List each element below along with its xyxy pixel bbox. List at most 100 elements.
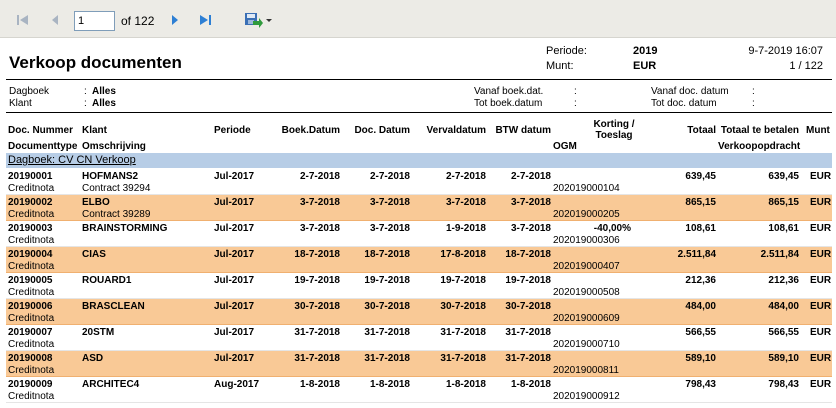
tot-doc-label: Tot doc. datum [651,98,717,109]
cell-boek: 2-7-2018 [299,171,340,182]
cell-totaal: 589,10 [685,353,716,364]
cell-betalen: 2.511,84 [760,249,799,260]
cell-klant: ELBO [82,197,110,208]
cell-klant: ASD [82,353,104,364]
group-label[interactable]: Dagboek: CV CN Verkoop [8,154,136,166]
cell-betalen: 798,43 [768,379,799,390]
vanaf-doc-colon: : [752,86,755,97]
cell-doc: 31-7-2018 [364,353,410,364]
cell-boek: 1-8-2018 [299,379,340,390]
table-row[interactable]: 20190003 BRAINSTORMING Jul-2017 3-7-2018 3-7… [6,221,832,247]
previous-page-icon [52,15,58,25]
col-btw-datum: BTW datum [495,125,551,136]
export-save-icon [245,13,272,28]
cell-totaal: 639,45 [685,171,716,182]
cell-doc: 3-7-2018 [369,223,410,234]
cell-periode: Jul-2017 [214,197,255,208]
previous-page-button[interactable] [46,11,64,29]
cell-munt: EUR [810,353,832,364]
cell-periode: Aug-2017 [214,379,260,390]
cell-doc: 31-7-2018 [364,327,410,338]
table-row[interactable]: 20190004 CIAS Jul-2017 18-7-2018 18-7-2018 17… [6,247,832,273]
cell-klant: 20STM [82,327,115,338]
cell-type: Creditnota [8,391,55,402]
cell-betalen: 589,10 [768,353,799,364]
table-row[interactable]: 20190007 20STM Jul-2017 31-7-2018 31-7-2018 3… [6,325,832,351]
next-page-button[interactable] [166,11,184,29]
cell-ogm: 202019000912 [553,391,620,402]
dagboek-label: Dagboek [9,86,50,97]
cell-nr: 20190005 [8,275,53,286]
cell-boek: 31-7-2018 [294,353,340,364]
report-toolbar: of 122 [0,0,836,38]
cell-verval: 19-7-2018 [440,275,486,286]
cell-periode: Jul-2017 [214,223,255,234]
cell-nr: 20190004 [8,249,53,260]
cell-betalen: 484,00 [768,301,799,312]
cell-ogm: 202019000508 [553,287,620,298]
cell-totaal: 566,55 [685,327,716,338]
cell-btw: 19-7-2018 [505,275,551,286]
cell-btw: 18-7-2018 [505,249,551,260]
cell-omschr: Contract 39289 [82,209,151,220]
cell-doc: 2-7-2018 [369,171,410,182]
cell-totaal: 484,00 [685,301,716,312]
cell-munt: EUR [810,249,832,260]
cell-ogm: 202019000710 [553,339,620,350]
cell-boek: 19-7-2018 [294,275,340,286]
table-row[interactable]: 20190009 ARCHITEC4 Aug-2017 1-8-2018 1-8-201… [6,377,832,403]
report-datetime: 9-7-2019 16:07 [748,45,823,57]
first-page-button[interactable] [14,11,32,29]
cell-nr: 20190008 [8,353,53,364]
cell-klant: BRASCLEAN [82,301,145,312]
cell-ogm: 202019000306 [553,235,620,246]
cell-ogm: 202019000811 [553,365,619,376]
col-doc-datum: Doc. Datum [354,125,410,136]
cell-periode: Jul-2017 [214,249,255,260]
cell-btw: 30-7-2018 [505,301,551,312]
cell-doc: 30-7-2018 [364,301,410,312]
cell-verval: 31-7-2018 [440,327,486,338]
cell-klant: BRAINSTORMING [82,223,168,234]
dagboek-value: Alles [92,86,116,97]
cell-nr: 20190006 [8,301,53,312]
col-periode: Periode [214,125,251,136]
cell-boek: 31-7-2018 [294,327,340,338]
cell-verval: 17-8-2018 [440,249,486,260]
header-divider [6,79,832,80]
last-page-button[interactable] [196,11,214,29]
table-row[interactable]: 20190006 BRASCLEAN Jul-2017 30-7-2018 30-7-2… [6,299,832,325]
cell-periode: Jul-2017 [214,327,255,338]
munt-label: Munt: [546,60,574,72]
col-klant: Klant [82,125,107,136]
table-row[interactable]: 20190001 HOFMANS2 Jul-2017 2-7-2018 2-7-2018… [6,169,832,195]
cell-verval: 31-7-2018 [440,353,486,364]
report-page: Verkoop documenten Periode: 2019 Munt: E… [0,38,836,408]
export-button[interactable] [243,11,273,29]
table-row[interactable]: 20190005 ROUARD1 Jul-2017 19-7-2018 19-7-201… [6,273,832,299]
cell-periode: Jul-2017 [214,353,255,364]
table-row[interactable]: 20190002 ELBO Jul-2017 3-7-2018 3-7-2018 3-7-… [6,195,832,221]
cell-type: Creditnota [8,339,55,350]
cell-doc: 19-7-2018 [364,275,410,286]
col-ogm: OGM [553,141,577,152]
cell-doc: 3-7-2018 [369,197,410,208]
report-page-count: 1 / 122 [789,60,823,72]
cell-munt: EUR [810,197,832,208]
dagboek-colon: : [84,86,87,97]
klant-label: Klant [9,98,32,109]
group-header[interactable]: Dagboek: CV CN Verkoop [6,153,832,168]
vanaf-boek-colon: : [574,86,577,97]
cell-munt: EUR [810,327,832,338]
cell-munt: EUR [810,275,832,286]
page-number-input[interactable] [74,11,115,31]
cell-doc: 18-7-2018 [364,249,410,260]
cell-totaal: 108,61 [685,223,716,234]
next-page-icon [172,15,178,25]
cell-type: Creditnota [8,209,55,220]
col-totaal-betalen: Totaal te betalen [720,125,799,136]
cell-type: Creditnota [8,313,55,324]
cell-btw: 31-7-2018 [505,353,551,364]
table-row[interactable]: 20190008 ASD Jul-2017 31-7-2018 31-7-2018 31-… [6,351,832,377]
cell-nr: 20190009 [8,379,53,390]
